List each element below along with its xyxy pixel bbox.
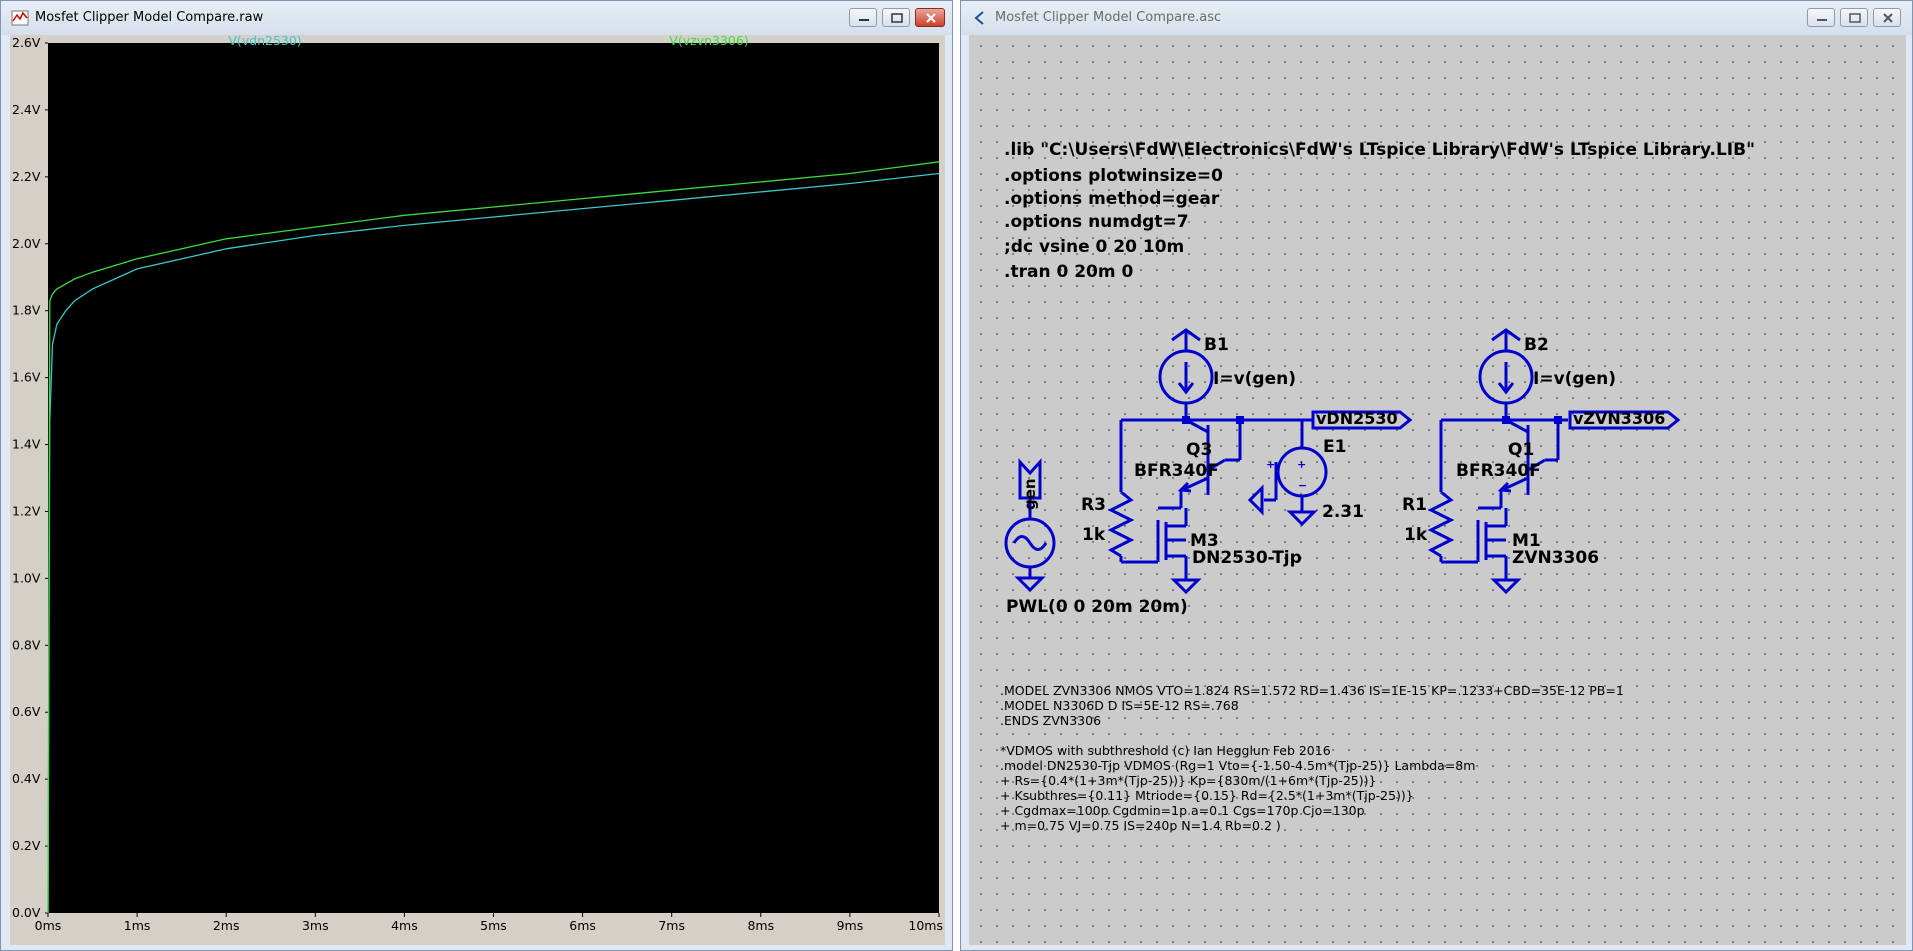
minimize-button[interactable] <box>849 8 877 27</box>
x-tick-label: 2ms <box>213 918 240 933</box>
x-tick-label: 3ms <box>302 918 329 933</box>
model-line[interactable]: + Rs={0.4*(1+3m*(Tjp-25))} Kp={830m/(1+6… <box>1000 773 1376 788</box>
q1-model[interactable]: BFR340F <box>1456 461 1541 481</box>
maximize-icon <box>1849 13 1861 23</box>
r3-value[interactable]: 1k <box>1082 525 1105 545</box>
maximize-icon <box>891 13 903 23</box>
trace-label-vzvn3306[interactable]: V(vzvn3306) <box>669 33 748 48</box>
x-tick-label: 6ms <box>569 918 596 933</box>
x-tick-label: 4ms <box>391 918 418 933</box>
trace-label-vdn2530[interactable]: V(vdn2530) <box>228 33 301 48</box>
spice-directive-plotwinsize[interactable]: .options plotwinsize=0 <box>1004 166 1223 186</box>
e1-value[interactable]: 2.31 <box>1322 502 1364 522</box>
r1-value[interactable]: 1k <box>1404 525 1427 545</box>
m3-model[interactable]: DN2530-Tjp <box>1192 548 1302 568</box>
gen-net-label[interactable]: gen <box>1021 478 1039 510</box>
spice-comment-dc[interactable]: ;dc vsine 0 20 10m <box>1004 237 1184 257</box>
y-tick-label: 1.8V <box>12 303 41 318</box>
model-line[interactable]: .model DN2530-Tjp VDMOS (Rg=1 Vto={-1.50… <box>1000 758 1475 773</box>
e1-name[interactable]: E1 <box>1323 437 1346 457</box>
x-tick-label: 8ms <box>747 918 774 933</box>
close-icon <box>926 13 936 23</box>
waveform-window: Mosfet Clipper Model Compare.raw 0.0V 0.2… <box>0 0 953 951</box>
close-icon <box>1883 13 1893 23</box>
maximize-button[interactable] <box>882 8 910 27</box>
y-tick-label: 0.6V <box>12 704 41 719</box>
spice-directive-method[interactable]: .options method=gear <box>1004 189 1219 209</box>
schematic-window-title: Mosfet Clipper Model Compare.asc <box>995 10 1222 25</box>
y-tick-label: 2.0V <box>12 236 41 251</box>
x-tick-label: 10ms <box>908 918 943 933</box>
r1-name[interactable]: R1 <box>1402 495 1427 515</box>
model-line[interactable]: + Cgdmax=100p Cgdmin=1p a=0.1 Cgs=170p C… <box>1000 803 1365 818</box>
y-tick-label: 1.0V <box>12 570 41 585</box>
x-tick-label: 1ms <box>124 918 151 933</box>
y-tick-label: 0.2V <box>12 838 41 853</box>
model-line[interactable]: .MODEL ZVN3306 NMOS VTO=1.824 RS=1.572 R… <box>1000 683 1624 698</box>
y-tick-label: 1.6V <box>12 370 41 385</box>
minimize-icon <box>1817 19 1827 21</box>
schematic-maximize-button[interactable] <box>1840 8 1868 27</box>
plot-pane[interactable]: 0.0V 0.2V 0.4V 0.6V 0.8V 1.0V 1.2V 1.4V 1.6V 1.8V… <box>10 33 945 945</box>
minimize-icon <box>859 19 869 21</box>
model-line[interactable]: + m=0.75 VJ=0.75 IS=240p N=1.4 Rb=0.2 ) <box>1000 818 1281 833</box>
y-tick-label: 2.6V <box>12 35 41 50</box>
vzvn3306-flag-label[interactable]: vZVN3306 <box>1573 411 1665 427</box>
waveform-titlebar[interactable]: Mosfet Clipper Model Compare.raw <box>1 1 952 35</box>
x-tick-label: 0ms <box>35 918 62 933</box>
q3-name[interactable]: Q3 <box>1186 440 1212 460</box>
waveform-app-icon <box>11 10 29 26</box>
y-tick-label: 2.2V <box>12 169 41 184</box>
close-button[interactable] <box>915 8 945 27</box>
schematic-titlebar[interactable]: Mosfet Clipper Model Compare.asc <box>961 1 1912 35</box>
spice-directive-lib[interactable]: .lib "C:\Users\FdW\Electronics\FdW's LTs… <box>1004 140 1755 160</box>
q3-model[interactable]: BFR340F <box>1134 461 1219 481</box>
b1-value[interactable]: I=v(gen) <box>1213 369 1296 389</box>
b2-value[interactable]: I=v(gen) <box>1533 369 1616 389</box>
x-tick-label: 5ms <box>480 918 507 933</box>
plot-background[interactable] <box>48 43 939 913</box>
x-tick-label: 7ms <box>658 918 685 933</box>
y-tick-label: 2.4V <box>12 102 41 117</box>
r3-name[interactable]: R3 <box>1081 495 1106 515</box>
y-tick-label: 0.8V <box>12 637 41 652</box>
model-line[interactable]: .MODEL N3306D D IS=5E-12 RS=.768 <box>1000 698 1239 713</box>
m1-model[interactable]: ZVN3306 <box>1512 548 1599 568</box>
b1-name[interactable]: B1 <box>1204 335 1229 355</box>
y-tick-label: 0.4V <box>12 771 41 786</box>
spice-directive-tran[interactable]: .tran 0 20m 0 <box>1004 262 1133 282</box>
model-line[interactable]: + Ksubthres={0.11} Mtriode={0.15} Rd={2.… <box>1000 788 1414 803</box>
model-line[interactable]: .ENDS ZVN3306 <box>1000 713 1101 728</box>
q1-name[interactable]: Q1 <box>1508 440 1534 460</box>
y-tick-label: 1.4V <box>12 437 41 452</box>
schematic-app-icon <box>974 11 984 25</box>
waveform-plot[interactable]: 0.0V0.2V0.4V0.6V0.8V1.0V1.2V1.4V1.6V1.8V… <box>10 33 945 945</box>
y-tick-label: 1.2V <box>12 503 41 518</box>
pwl-source-value[interactable]: PWL(0 0 20m 20m) <box>1006 597 1188 617</box>
schematic-minimize-button[interactable] <box>1807 8 1835 27</box>
b2-name[interactable]: B2 <box>1524 335 1549 355</box>
model-line[interactable]: *VDMOS with subthreshold (c) Ian Hegglun… <box>1000 743 1331 758</box>
waveform-window-title: Mosfet Clipper Model Compare.raw <box>35 10 264 25</box>
spice-directive-numdgt[interactable]: .options numdgt=7 <box>1004 212 1189 232</box>
schematic-close-button[interactable] <box>1873 8 1901 27</box>
vdn2530-flag-label[interactable]: vDN2530 <box>1316 411 1398 427</box>
x-tick-label: 9ms <box>837 918 864 933</box>
